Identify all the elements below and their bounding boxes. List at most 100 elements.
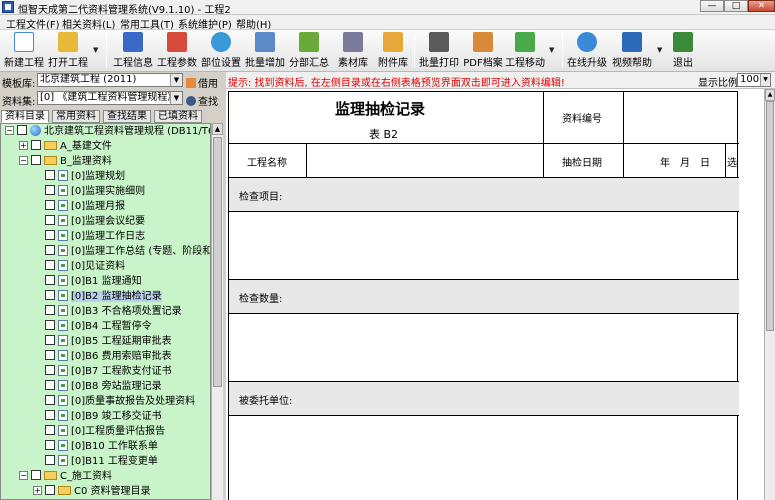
expand-icon[interactable]: + (33, 486, 42, 495)
tree-doc-item-selected[interactable]: [0]B2 监理抽检记录 (45, 289, 162, 304)
tree-folder[interactable]: − C_施工资料 (19, 469, 112, 484)
preview-scrollbar[interactable]: ▲ (764, 89, 775, 500)
checkbox[interactable] (45, 440, 55, 450)
checkbox[interactable] (45, 350, 55, 360)
menu-common-tools[interactable]: 常用工具(T) (120, 16, 174, 31)
tab-filled-docs[interactable]: 已填资料 (154, 110, 202, 123)
close-button[interactable]: ✕ (748, 0, 775, 12)
tree-doc-item[interactable]: [0]B8 旁站监理记录 (45, 379, 162, 394)
video-help-dropdown-icon[interactable]: ▼ (657, 46, 662, 54)
checkbox[interactable] (45, 395, 55, 405)
scroll-thumb[interactable] (213, 137, 222, 387)
tree-doc-item[interactable]: [0]监理会议纪要 (45, 214, 145, 229)
checkbox[interactable] (45, 365, 55, 375)
checkbox[interactable] (45, 260, 55, 270)
tree-doc-item[interactable]: [0]监理工作日志 (45, 229, 145, 244)
scroll-thumb[interactable] (766, 101, 774, 331)
checkbox[interactable] (17, 125, 27, 135)
checkbox[interactable] (45, 425, 55, 435)
tree-doc-item[interactable]: [0]监理月报 (45, 199, 125, 214)
attachment-library-button[interactable]: 附件库 (375, 32, 411, 70)
search-button[interactable]: 查找 (186, 93, 218, 108)
borrow-button[interactable]: 借用 (186, 75, 218, 90)
checkbox[interactable] (45, 290, 55, 300)
exit-button[interactable]: 退出 (668, 32, 698, 70)
checkbox[interactable] (45, 485, 55, 495)
tree-doc-item[interactable]: [0]监理实施细则 (45, 184, 145, 199)
tree-doc-item[interactable]: [0]质量事故报告及处理资料 (45, 394, 195, 409)
maximize-button[interactable]: □ (724, 0, 748, 12)
scroll-up-icon[interactable]: ▲ (212, 123, 223, 135)
new-project-button[interactable]: 新建工程 (4, 32, 44, 70)
project-move-dropdown-icon[interactable]: ▼ (549, 46, 554, 54)
minimize-button[interactable]: — (700, 0, 724, 12)
batch-print-button[interactable]: 批量打印 (419, 32, 459, 70)
checkbox[interactable] (45, 215, 55, 225)
collapse-icon[interactable]: − (19, 471, 28, 480)
date-pick-button[interactable]: 选 (726, 144, 739, 178)
doc-no-field[interactable] (624, 92, 739, 144)
checkbox[interactable] (45, 455, 55, 465)
summary-button[interactable]: 分部汇总 (289, 32, 329, 70)
tree-doc-item[interactable]: [0]监理规划 (45, 169, 125, 184)
checkbox[interactable] (45, 380, 55, 390)
checkbox[interactable] (31, 155, 41, 165)
template-library-select[interactable]: 北京建筑工程 (2011) ▼ (37, 73, 183, 87)
material-library-button[interactable]: 素材库 (335, 32, 371, 70)
tree-folder[interactable]: + C0 资料管理目录 (33, 484, 151, 499)
project-info-button[interactable]: 工程信息 (113, 32, 153, 70)
checkbox[interactable] (45, 185, 55, 195)
batch-add-button[interactable]: 批量增加 (245, 32, 285, 70)
expand-icon[interactable]: + (19, 141, 28, 150)
tree-doc-item[interactable]: [0]B4 工程暂停令 (45, 319, 152, 334)
tree-folder[interactable]: − B_监理资料 (19, 154, 112, 169)
checkbox[interactable] (45, 275, 55, 285)
check-date-field[interactable]: 年 月 日 (624, 144, 726, 178)
scroll-up-icon[interactable]: ▲ (765, 89, 775, 101)
zoom-select[interactable]: 100 ▼ (737, 73, 771, 87)
video-help-button[interactable]: 视频帮助 (611, 32, 653, 70)
tree-doc-item[interactable]: [0]B11 工程变更单 (45, 454, 158, 469)
checkbox[interactable] (45, 170, 55, 180)
checkbox[interactable] (45, 335, 55, 345)
tree-doc-item[interactable]: [0]B3 不合格项处置记录 (45, 304, 182, 319)
checkbox[interactable] (31, 140, 41, 150)
tree-doc-item[interactable]: [0]B9 竣工移交证书 (45, 409, 162, 424)
tree-doc-item[interactable]: [0]B5 工程延期审批表 (45, 334, 172, 349)
position-settings-button[interactable]: 部位设置 (201, 32, 241, 70)
dataset-select[interactable]: [0] 《建筑工程资料管理规程》I ▼ (37, 91, 183, 105)
collapse-icon[interactable]: − (5, 126, 14, 135)
menu-project-file[interactable]: 工程文件(F) (6, 16, 60, 31)
open-project-dropdown-icon[interactable]: ▼ (93, 46, 98, 54)
client-field[interactable] (229, 416, 739, 500)
tree-doc-item[interactable]: [0]工程质量评估报告 (45, 424, 165, 439)
menu-related-docs[interactable]: 相关资料(L) (62, 16, 115, 31)
menu-system-maintenance[interactable]: 系统维护(P) (178, 16, 232, 31)
tab-common-docs[interactable]: 常用资料 (52, 110, 100, 123)
tab-search-results[interactable]: 查找结果 (103, 110, 151, 123)
checkbox[interactable] (45, 305, 55, 315)
project-move-button[interactable]: 工程移动 (505, 32, 545, 70)
online-upgrade-button[interactable]: 在线升级 (567, 32, 607, 70)
checkbox[interactable] (45, 200, 55, 210)
open-project-button[interactable]: 打开工程 (48, 32, 88, 70)
inspect-items-field[interactable] (229, 212, 739, 280)
inspect-count-field[interactable] (229, 314, 739, 382)
tree-folder[interactable]: + A_基建文件 (19, 139, 112, 154)
checkbox[interactable] (45, 410, 55, 420)
checkbox[interactable] (45, 245, 55, 255)
project-name-field[interactable] (307, 144, 544, 178)
pdf-archive-button[interactable]: PDF档案 (463, 32, 503, 70)
checkbox[interactable] (45, 320, 55, 330)
project-params-button[interactable]: 工程参数 (157, 32, 197, 70)
tree-doc-item[interactable]: [0]B10 工作联系单 (45, 439, 158, 454)
tree-doc-item[interactable]: [0]监理工作总结 (专题、阶段和 (45, 244, 210, 259)
tree-doc-item[interactable]: [0]见证资料 (45, 259, 125, 274)
tree-scrollbar[interactable]: ▲ (211, 123, 223, 500)
tree-root[interactable]: −北京建筑工程资料管理规程 (DB11/T695- (5, 124, 210, 139)
checkbox[interactable] (31, 470, 41, 480)
tree-doc-item[interactable]: [0]B6 费用索赔审批表 (45, 349, 172, 364)
tree-doc-item[interactable]: [0]B1 监理通知 (45, 274, 142, 289)
menu-help[interactable]: 帮助(H) (236, 16, 271, 31)
checkbox[interactable] (45, 230, 55, 240)
